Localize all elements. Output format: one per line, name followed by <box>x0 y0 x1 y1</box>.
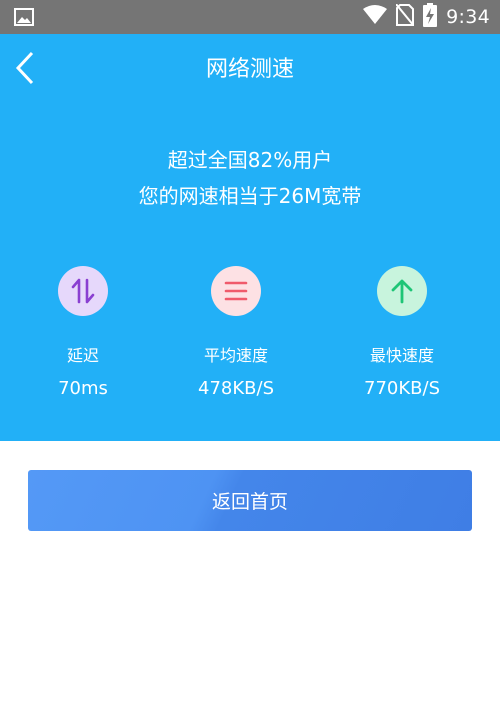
no-sim-icon <box>395 3 415 30</box>
speed-stats: 延迟 70ms 平均速度 478KB/S 最快速度 770KB/S <box>0 266 500 406</box>
stat-average-label: 平均速度 <box>203 346 268 365</box>
return-home-button[interactable]: 返回首页 <box>28 470 472 531</box>
stat-latency: 延迟 70ms <box>0 266 168 400</box>
stat-max-speed: 最快速度 770KB/S <box>317 266 487 400</box>
status-time: 9:34 <box>446 6 490 28</box>
stat-average-value: 478KB/S <box>198 378 274 399</box>
speed-test-panel: 网络测速 超过全国82%用户 您的网速相当于26M宽带 延迟 70ms 平均速度… <box>0 34 500 441</box>
stat-average-speed: 平均速度 478KB/S <box>151 266 321 400</box>
arrow-up-icon <box>377 266 427 316</box>
stat-latency-label: 延迟 <box>66 346 99 365</box>
wifi-icon <box>363 5 388 29</box>
stat-latency-value: 70ms <box>58 378 108 399</box>
stat-max-label: 最快速度 <box>369 346 434 365</box>
stat-max-value: 770KB/S <box>364 378 440 399</box>
speed-summary: 超过全国82%用户 您的网速相当于26M宽带 <box>0 142 500 214</box>
up-down-arrows-icon <box>58 266 108 316</box>
battery-charging-icon <box>423 3 438 31</box>
summary-bandwidth: 您的网速相当于26M宽带 <box>138 184 362 208</box>
summary-percentile: 超过全国82%用户 <box>167 148 333 172</box>
gallery-icon <box>14 8 34 30</box>
page-title: 网络测速 <box>205 57 294 82</box>
menu-lines-icon <box>211 266 261 316</box>
status-bar: 9:34 <box>0 0 500 34</box>
